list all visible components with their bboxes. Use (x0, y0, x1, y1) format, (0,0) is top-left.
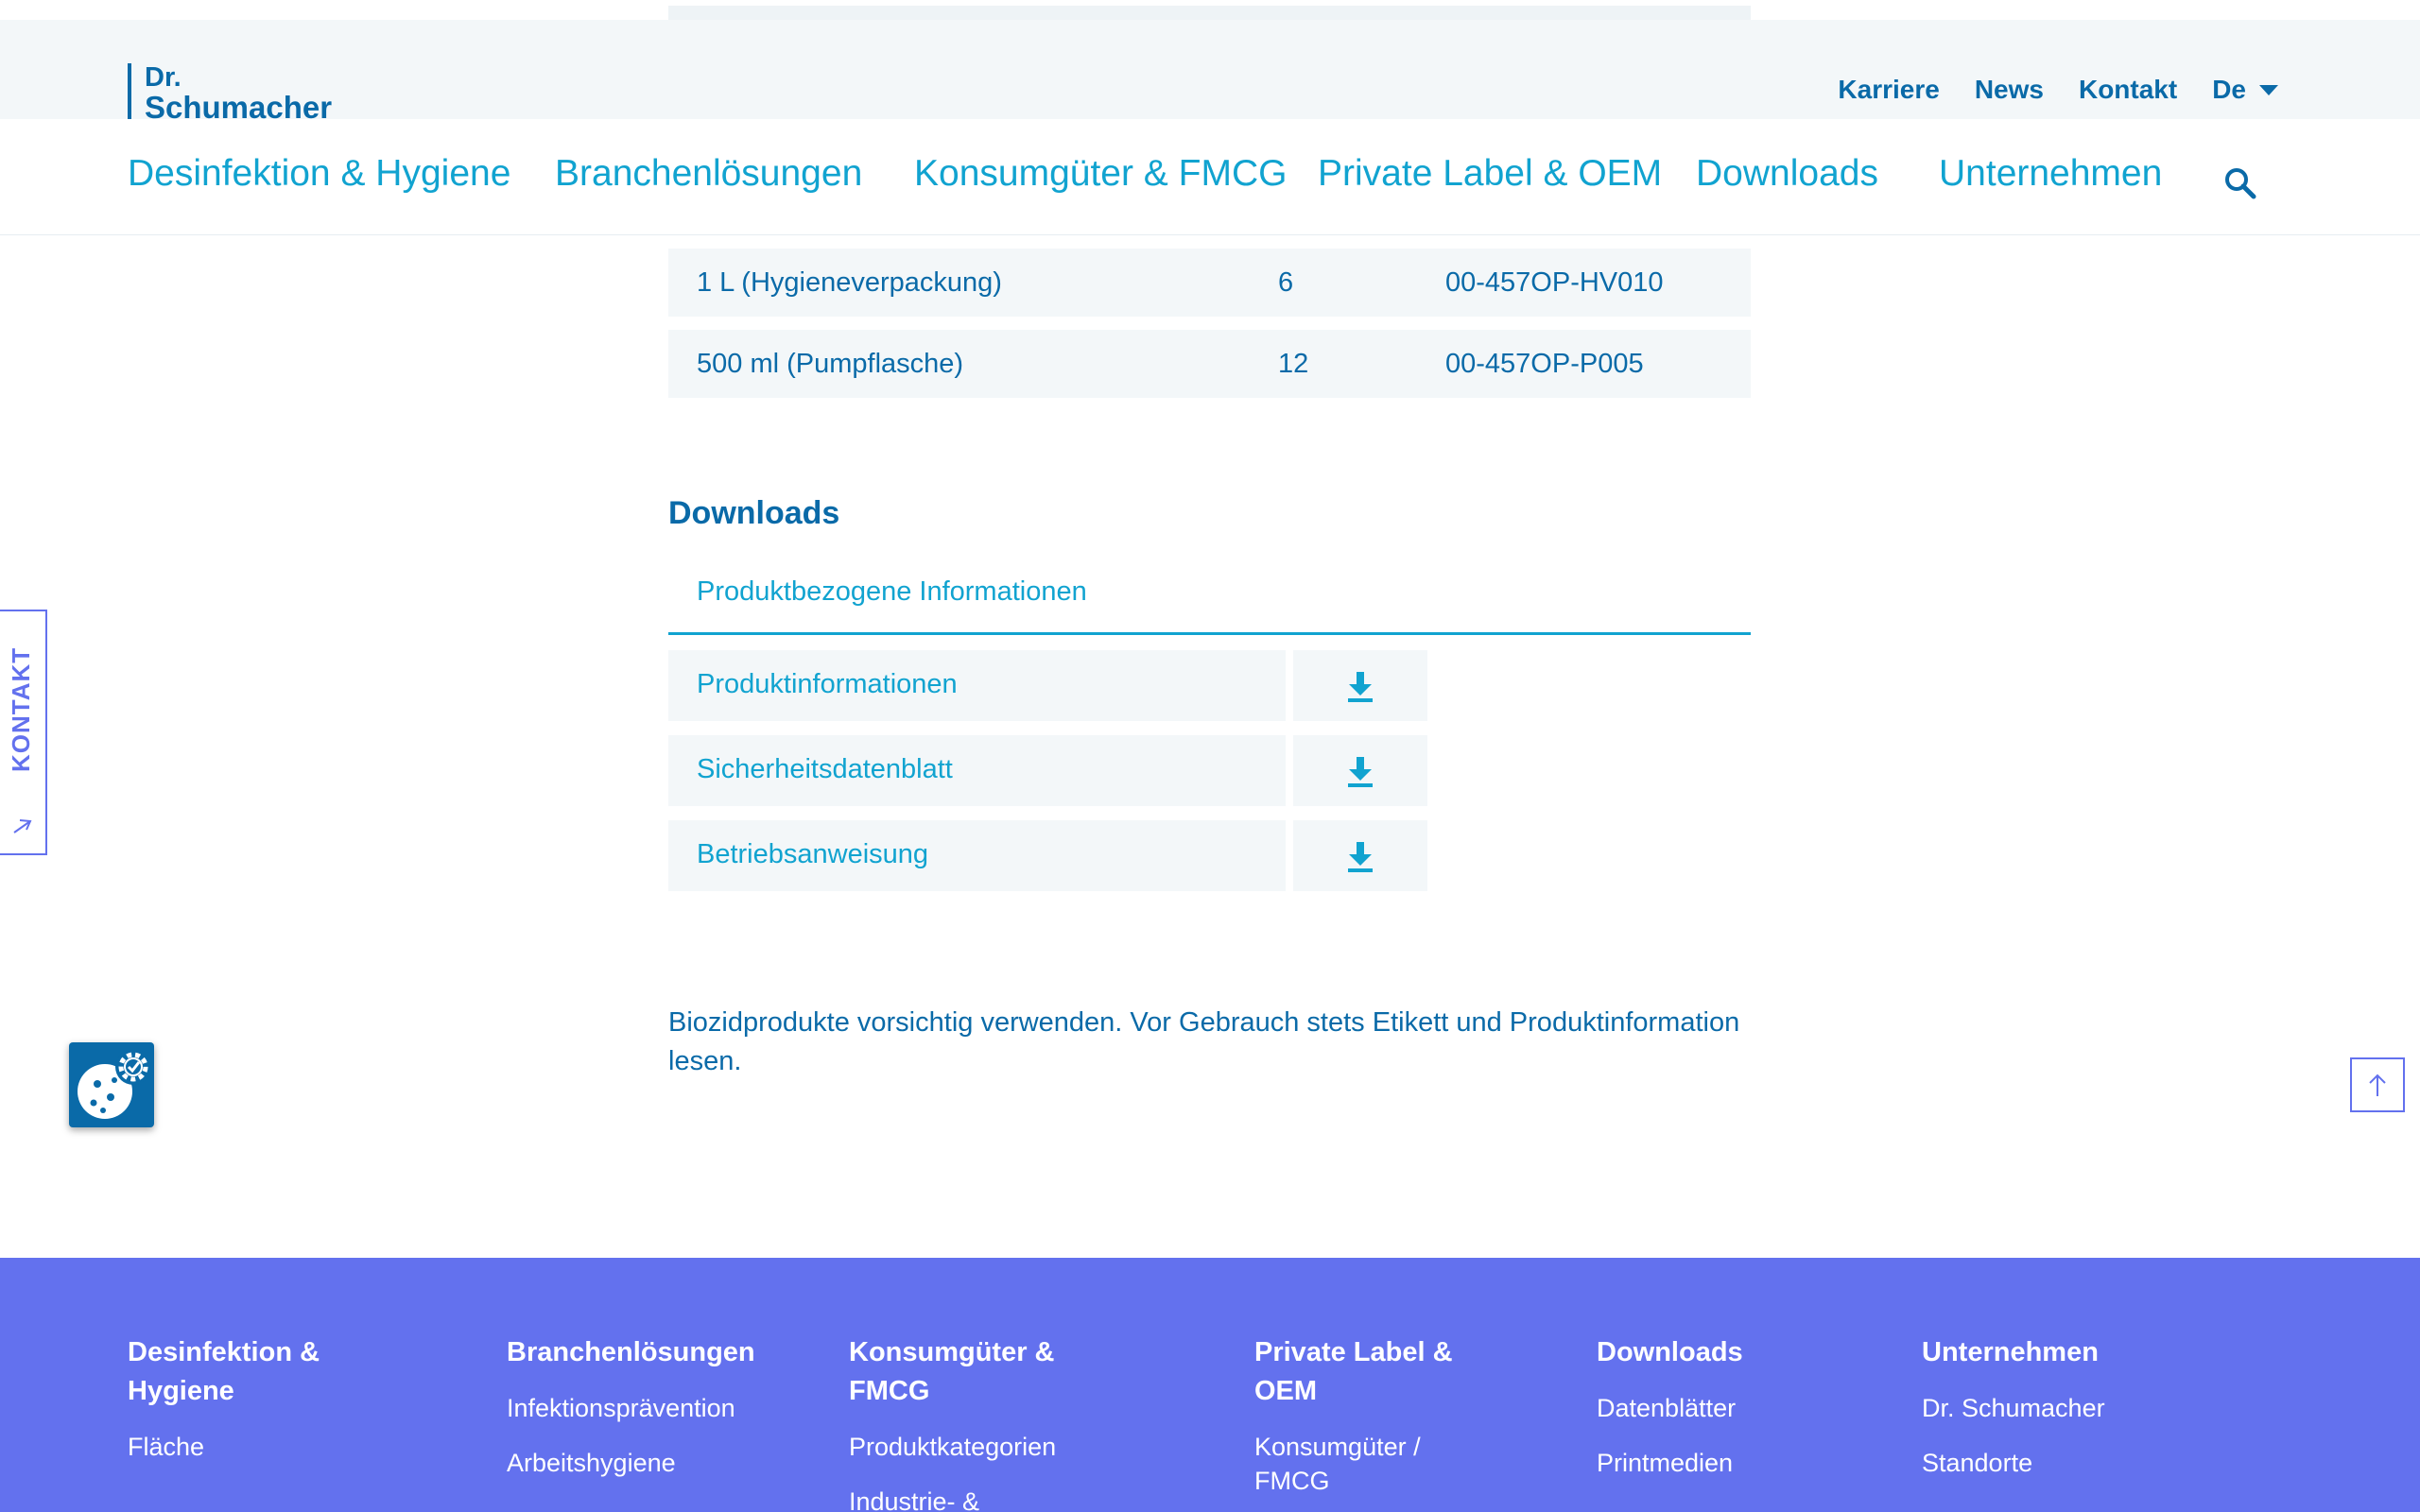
footer-heading[interactable]: Branchenlösungen (507, 1333, 790, 1372)
footer-heading[interactable]: Desinfektion & Hygiene (128, 1333, 354, 1411)
footer-link[interactable]: Arbeitshygiene (507, 1446, 790, 1480)
variant-size: 500 ml (Pumpflasche) (697, 349, 964, 379)
footer-heading[interactable]: Downloads (1597, 1333, 1824, 1372)
news-link[interactable]: News (1975, 75, 2044, 105)
language-label: De (2212, 75, 2246, 104)
search-button[interactable] (2221, 164, 2259, 202)
variant-article: 00-457OP-P005 (1445, 349, 1644, 379)
footer-link[interactable]: Datenblätter (1597, 1391, 1824, 1425)
cookie-settings-icon (78, 1049, 151, 1119)
footer-column: Desinfektion & Hygiene Fläche (128, 1333, 354, 1464)
kontakt-link[interactable]: Kontakt (2079, 75, 2177, 105)
variant-qty: 6 (1278, 267, 1294, 298)
brand-line2: Schumacher (145, 90, 333, 125)
download-icon (1348, 841, 1373, 872)
nav-downloads[interactable]: Downloads (1696, 153, 1878, 195)
footer-column: Unternehmen Dr. Schumacher Standorte (1922, 1333, 2205, 1480)
main-nav: Desinfektion & Hygiene Branchenlösungen … (0, 119, 2420, 235)
download-link-produktinformationen[interactable]: Produktinformationen (668, 650, 1286, 721)
footer-link[interactable]: Fläche (128, 1430, 354, 1464)
footer-column: Private Label & OEM Konsumgüter / FMCG (1254, 1333, 1481, 1498)
download-icon (1348, 671, 1373, 702)
brand-logo[interactable]: Dr. Schumacher (128, 62, 333, 125)
arrow-up-icon (2369, 1074, 2386, 1096)
brand-line1: Dr. (145, 62, 182, 93)
top-bar: Dr. Schumacher Karriere News Kontakt De (0, 20, 2420, 125)
language-selector[interactable]: De (2212, 75, 2278, 105)
download-button[interactable] (1293, 650, 1427, 721)
karriere-link[interactable]: Karriere (1838, 75, 1939, 105)
footer-link[interactable]: Standorte (1922, 1446, 2205, 1480)
kontakt-side-tab[interactable]: KONTAKT (0, 610, 47, 855)
nav-konsumgueter-fmcg[interactable]: Konsumgüter & FMCG (914, 153, 1287, 195)
caret-down-icon (2259, 84, 2278, 95)
footer-column: Branchenlösungen Infektionsprävention Ar… (507, 1333, 790, 1480)
footer-link[interactable]: Infektionsprävention (507, 1391, 790, 1425)
nav-desinfektion-hygiene[interactable]: Desinfektion & Hygiene (128, 153, 510, 195)
download-link-sicherheitsdatenblatt[interactable]: Sicherheitsdatenblatt (668, 735, 1286, 806)
back-to-top-button[interactable] (2350, 1057, 2405, 1112)
download-icon (1348, 756, 1373, 787)
nav-branchenloesungen[interactable]: Branchenlösungen (555, 153, 862, 195)
footer-link[interactable]: Printmedien (1597, 1446, 1824, 1480)
downloads-heading: Downloads (668, 495, 840, 531)
utility-nav: Karriere News Kontakt De (1838, 75, 2278, 105)
tab-label: Produktbezogene Informationen (697, 576, 1087, 607)
footer-heading[interactable]: Konsumgüter & FMCG (849, 1333, 1132, 1411)
footer-link[interactable]: Dr. Schumacher (1922, 1391, 2205, 1425)
nav-private-label-oem[interactable]: Private Label & OEM (1318, 153, 1662, 195)
footer-column: Konsumgüter & FMCG Produktkategorien Ind… (849, 1333, 1132, 1512)
variant-qty: 12 (1278, 349, 1309, 379)
biocide-notice: Biozidprodukte vorsichtig verwenden. Vor… (668, 1007, 1740, 1076)
table-row: 500 ml (Pumpflasche) 12 00-457OP-P005 (668, 330, 1751, 398)
footer-link[interactable]: Produktkategorien (849, 1430, 1132, 1464)
content-edge (668, 6, 1751, 20)
tab-produktbezogene-informationen[interactable]: Produktbezogene Informationen (668, 567, 1751, 635)
table-row: 1 L (Hygieneverpackung) 6 00-457OP-HV010 (668, 249, 1751, 317)
cookie-settings-button[interactable] (69, 1042, 154, 1127)
variant-size: 1 L (Hygieneverpackung) (697, 267, 1002, 298)
arrow-up-right-icon (13, 819, 32, 833)
download-button[interactable] (1293, 735, 1427, 806)
footer-column: Downloads Datenblätter Printmedien (1597, 1333, 1824, 1480)
footer-heading[interactable]: Private Label & OEM (1254, 1333, 1481, 1411)
download-link-betriebsanweisung[interactable]: Betriebsanweisung (668, 820, 1286, 891)
footer-heading[interactable]: Unternehmen (1922, 1333, 2205, 1372)
download-button[interactable] (1293, 820, 1427, 891)
search-icon (2225, 168, 2256, 199)
kontakt-side-label: KONTAKT (7, 646, 35, 772)
footer-link[interactable]: Industrie- & (849, 1485, 1132, 1512)
footer-link[interactable]: Konsumgüter / FMCG (1254, 1430, 1443, 1498)
nav-unternehmen[interactable]: Unternehmen (1939, 153, 2162, 195)
variant-article: 00-457OP-HV010 (1445, 267, 1664, 298)
footer: Desinfektion & Hygiene Fläche Branchenlö… (0, 1258, 2420, 1512)
